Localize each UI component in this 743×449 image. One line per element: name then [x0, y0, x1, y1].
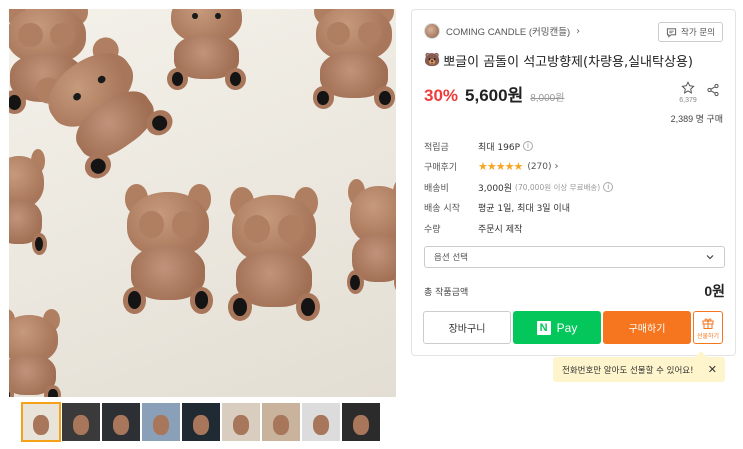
- chat-icon: [666, 27, 677, 38]
- thumbnail-3[interactable]: [102, 403, 140, 441]
- thumbnail-7[interactable]: [262, 403, 300, 441]
- option-placeholder: 옵션 선택: [434, 253, 468, 263]
- total-label: 총 작품금액: [424, 287, 469, 298]
- info-icon[interactable]: i: [523, 141, 534, 152]
- gift-button[interactable]: 선물하기: [693, 311, 723, 344]
- price-row: 30% 5,600원 8,000원: [424, 81, 564, 106]
- sale-price: 5,600원: [465, 86, 524, 105]
- thumbnail-4[interactable]: [142, 403, 180, 441]
- thumbnail-strip: [21, 402, 380, 442]
- bear-figure: [119, 184, 217, 319]
- bear-figure: [9, 149, 49, 259]
- shipping-label: 배송비: [424, 183, 449, 194]
- discount-rate: 30%: [424, 86, 459, 105]
- seller-name: COMING CANDLE (커밍캔들): [446, 27, 571, 38]
- gift-tooltip: 전화번호만 알아도 선물할 수 있어요! ✕: [553, 351, 725, 382]
- tooltip-text: 전화번호만 알아도 선물할 수 있어요!: [562, 365, 694, 376]
- buy-now-button[interactable]: 구매하기: [603, 311, 691, 344]
- buyer-count: 2,389 명 구매: [670, 114, 723, 124]
- reviews-row: 구매후기 ★★★★★ (270) ›: [424, 157, 724, 178]
- bear-figure: [193, 415, 209, 435]
- bear-figure: [233, 415, 249, 435]
- bear-figure: [73, 415, 89, 435]
- ask-artist-label: 작가 문의: [681, 28, 715, 38]
- thumbnail-8[interactable]: [302, 403, 340, 441]
- star-outline-icon: [681, 81, 695, 94]
- info-icon[interactable]: i: [603, 182, 614, 193]
- seller-avatar: [424, 23, 440, 39]
- bear-figure: [9, 309, 64, 397]
- favorite-button[interactable]: 6,379: [676, 80, 700, 104]
- chevron-right-icon: ›: [576, 25, 581, 37]
- original-price: 8,000원: [530, 93, 565, 104]
- ask-artist-button[interactable]: 작가 문의: [658, 22, 723, 42]
- thumbnail-6[interactable]: [222, 403, 260, 441]
- share-button[interactable]: [706, 82, 720, 97]
- favorite-count: 6,379: [679, 97, 697, 104]
- thumbnail-5[interactable]: [182, 403, 220, 441]
- bear-emoji-icon: 🐻: [424, 53, 441, 68]
- seller-link[interactable]: COMING CANDLE (커밍캔들) ›: [424, 23, 580, 39]
- gift-label: 선물하기: [696, 332, 720, 340]
- naver-n-icon: N: [536, 320, 551, 335]
- quantity-row: 수량 주문시 제작: [424, 218, 724, 239]
- bear-figure: [224, 187, 324, 327]
- thumbnail-2[interactable]: [62, 403, 100, 441]
- close-icon[interactable]: ✕: [708, 363, 717, 376]
- naver-pay-button[interactable]: N Pay: [513, 311, 601, 344]
- rating-stars-icon: ★★★★★: [478, 160, 523, 174]
- bear-figure: [273, 415, 289, 435]
- bear-figure: [353, 415, 369, 435]
- product-main-image: [9, 9, 396, 397]
- gift-icon: [702, 318, 714, 329]
- npay-label: Pay: [556, 320, 578, 335]
- ship-start-value: 평균 1일, 최대 3일 이내: [478, 204, 570, 215]
- points-row: 적립금 최대 196P i: [424, 136, 724, 157]
- bear-figure: [344, 179, 396, 299]
- thumbnail-1[interactable]: [21, 402, 61, 442]
- quantity-value: 주문시 제작: [478, 224, 523, 235]
- reviews-link[interactable]: ★★★★★ (270) ›: [478, 160, 559, 173]
- cart-label: 장바구니: [448, 324, 486, 335]
- add-to-cart-button[interactable]: 장바구니: [423, 311, 511, 344]
- review-count: (270): [527, 161, 552, 172]
- shipping-row: 배송비 3,000원 (70,000원 이상 무료배송) i: [424, 177, 724, 198]
- product-title: 🐻 뽀글이 곰돌이 석고방향제(차량용,실내탁상용): [424, 51, 693, 70]
- bear-figure: [313, 415, 329, 435]
- bear-figure: [164, 9, 249, 94]
- total-amount: 0원: [704, 283, 725, 299]
- action-buttons: 장바구니 N Pay 구매하기 선물하기: [423, 311, 723, 344]
- product-info-panel: COMING CANDLE (커밍캔들) › 작가 문의 🐻 뽀글이 곰돌이 석…: [411, 9, 736, 356]
- option-select[interactable]: 옵션 선택: [424, 246, 725, 268]
- reviews-label: 구매후기: [424, 163, 458, 174]
- ship-start-row: 배송 시작 평균 1일, 최대 3일 이내: [424, 198, 724, 219]
- share-icon: [707, 83, 719, 97]
- quantity-label: 수량: [424, 224, 441, 235]
- bear-figure: [33, 415, 49, 435]
- shipping-value: 3,000원: [478, 183, 513, 194]
- product-info-table: 적립금 최대 196P i 구매후기 ★★★★★ (270) › 배송비 3,0…: [424, 136, 724, 239]
- chevron-down-icon: [706, 255, 714, 260]
- bear-figure: [153, 415, 169, 435]
- points-label: 적립금: [424, 142, 449, 153]
- ship-start-label: 배송 시작: [424, 204, 460, 215]
- points-value: 최대 196P: [478, 142, 521, 153]
- product-title-text: 뽀글이 곰돌이 석고방향제(차량용,실내탁상용): [443, 55, 693, 70]
- thumbnail-9[interactable]: [342, 403, 380, 441]
- bear-figure: [113, 415, 129, 435]
- chevron-right-icon: ›: [554, 161, 559, 173]
- shipping-note: (70,000원 이상 무료배송): [515, 182, 601, 192]
- bear-figure: [309, 9, 396, 114]
- buy-label: 구매하기: [628, 324, 666, 335]
- total-price-row: 총 작품금액 0원: [424, 281, 725, 301]
